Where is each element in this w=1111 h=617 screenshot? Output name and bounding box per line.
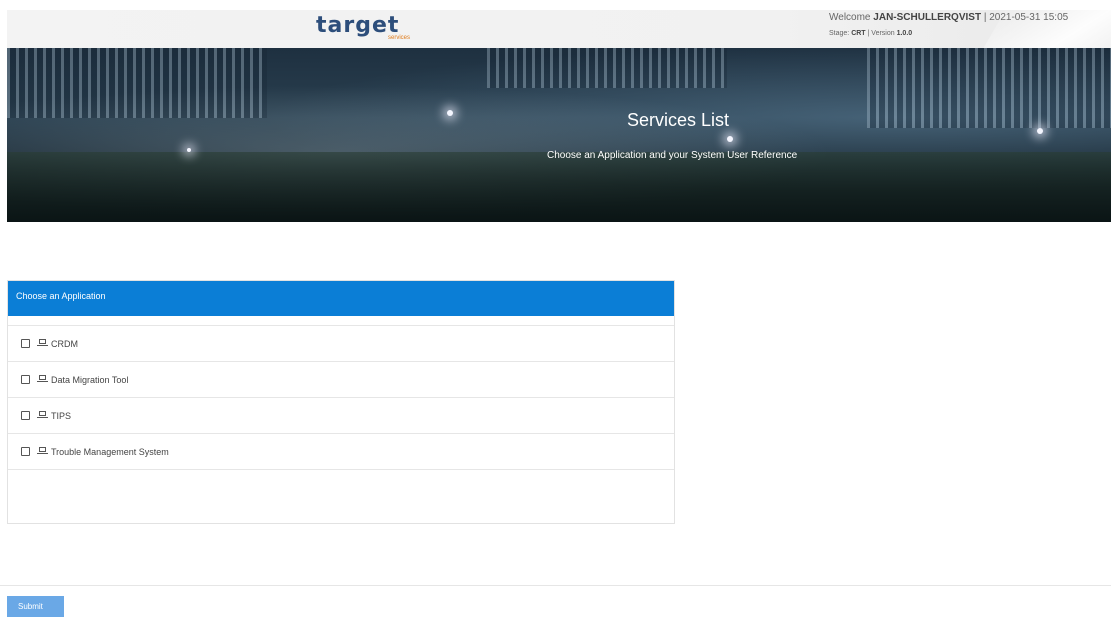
version-prefix: | Version xyxy=(865,30,897,37)
computer-icon xyxy=(37,447,48,456)
page-title: Services List xyxy=(627,110,730,130)
submit-button[interactable]: Submit xyxy=(7,596,64,617)
checkbox[interactable] xyxy=(21,375,30,384)
banner-building-left xyxy=(7,48,267,118)
computer-icon xyxy=(37,375,48,384)
application-panel: Choose an Application CRDM Data Migratio… xyxy=(7,280,675,524)
page-subtitle: Choose an Application and your System Us… xyxy=(547,150,798,161)
computer-icon xyxy=(37,339,48,348)
application-label: TIPS xyxy=(51,410,72,421)
hero-banner: Services List Choose an Application and … xyxy=(7,48,1111,222)
version-value: 1.0.0 xyxy=(896,30,913,37)
logo-subtext: services xyxy=(388,35,411,41)
application-label: Data Migration Tool xyxy=(51,374,129,385)
stage-line: Stage: CRT | Version 1.0.0 xyxy=(829,30,912,37)
banner-building-mid xyxy=(487,48,727,88)
stage-prefix: Stage: xyxy=(829,30,852,37)
target-services-logo: target services xyxy=(316,13,410,46)
computer-icon xyxy=(37,411,48,420)
application-item-crdm[interactable]: CRDM xyxy=(8,326,674,362)
logo-text: target xyxy=(316,13,400,38)
banner-light xyxy=(727,136,733,142)
login-datetime: | 2021-05-31 15:05 xyxy=(981,12,1069,23)
top-header: target services Welcome JAN-SCHULLERQVIS… xyxy=(7,10,1111,48)
application-item-trouble-management-system[interactable]: Trouble Management System xyxy=(8,434,674,470)
username: JAN-SCHULLERQVIST xyxy=(873,12,982,23)
banner-ground xyxy=(7,152,1111,222)
panel-header: Choose an Application xyxy=(8,281,674,316)
stage-value: CRT xyxy=(851,30,866,37)
application-list: CRDM Data Migration Tool TIPS Trouble Ma… xyxy=(8,325,674,470)
application-item-data-migration-tool[interactable]: Data Migration Tool xyxy=(8,362,674,398)
welcome-prefix: Welcome xyxy=(829,12,874,23)
checkbox[interactable] xyxy=(21,339,30,348)
welcome-line: Welcome JAN-SCHULLERQVIST | 2021-05-31 1… xyxy=(829,12,1068,23)
application-label: CRDM xyxy=(51,338,78,349)
checkbox[interactable] xyxy=(21,411,30,420)
checkbox[interactable] xyxy=(21,447,30,456)
application-label: Trouble Management System xyxy=(51,446,169,457)
application-item-tips[interactable]: TIPS xyxy=(8,398,674,434)
banner-light xyxy=(187,148,191,152)
footer-divider xyxy=(0,585,1111,586)
